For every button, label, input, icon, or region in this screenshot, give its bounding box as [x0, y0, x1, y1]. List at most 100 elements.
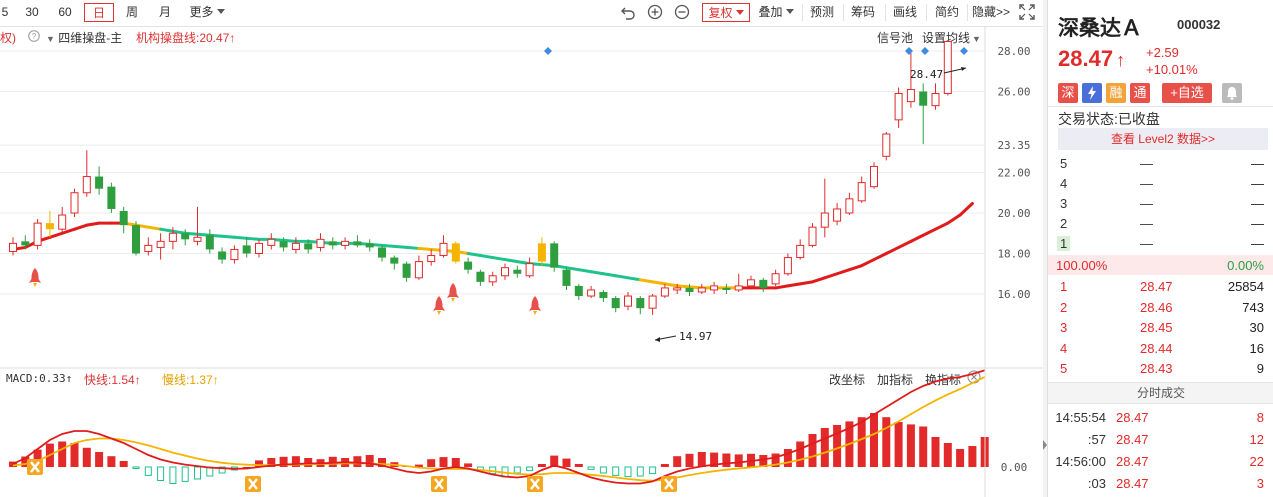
institution-line	[909, 233, 925, 243]
bid-row[interactable]: 4 28.44 16	[1048, 339, 1273, 359]
candle-body	[525, 263, 534, 277]
macd-bar	[451, 458, 460, 467]
candle	[205, 229, 214, 254]
institution-line	[835, 268, 851, 276]
candle-body	[132, 225, 140, 254]
low-price-label: 14.97	[679, 330, 712, 343]
fuquan-dropdown[interactable]: 复权	[702, 3, 750, 22]
macd-bar	[857, 417, 866, 467]
period-30[interactable]: 30	[22, 3, 42, 22]
candle	[230, 245, 239, 264]
candle-body	[771, 273, 780, 285]
candle	[537, 237, 546, 266]
rocket-icon	[529, 296, 541, 315]
bid-row[interactable]: 1 28.47 25854	[1048, 277, 1273, 297]
fullscreen-icon[interactable]	[1019, 4, 1035, 20]
macd-bar	[58, 441, 67, 467]
signal-diamond	[905, 47, 913, 55]
ask-row[interactable]: 4 — —	[1048, 174, 1273, 194]
candle	[697, 283, 706, 294]
candle-body	[205, 235, 214, 250]
ask-row[interactable]: 1 — —	[1048, 234, 1273, 254]
candle	[808, 223, 817, 248]
institution-line	[60, 227, 76, 235]
candle	[9, 237, 17, 256]
candle	[156, 233, 165, 260]
lightning-icon[interactable]	[1082, 83, 1102, 103]
macd-bar	[353, 456, 362, 467]
zoom-out-icon[interactable]	[674, 4, 690, 20]
tick-row: :57 28.47 12	[1048, 430, 1273, 450]
candle-body	[181, 233, 190, 240]
candle	[365, 239, 374, 252]
institution-line	[614, 274, 630, 280]
overlay-dropdown[interactable]: 叠加	[756, 3, 796, 22]
ask-row[interactable]: 2 — —	[1048, 214, 1273, 234]
macd-bar	[919, 426, 928, 467]
rocket-icon	[447, 283, 459, 302]
more-label: 更多	[189, 5, 214, 19]
candle	[870, 162, 878, 189]
divider	[1048, 106, 1273, 107]
level-price: 28.47	[1140, 279, 1173, 294]
chips-button[interactable]: 筹码	[849, 3, 877, 22]
bid-row[interactable]: 3 28.45 30	[1048, 318, 1273, 338]
period-60[interactable]: 60	[55, 3, 75, 22]
candle	[833, 202, 842, 226]
level-price: 28.46	[1140, 299, 1173, 315]
candle-body	[291, 242, 300, 250]
candle	[451, 241, 460, 264]
candle	[255, 239, 263, 258]
bid-row[interactable]: 5 28.43 9	[1048, 359, 1273, 379]
candle-body	[894, 93, 903, 121]
macd-bar	[365, 455, 374, 467]
candle-body	[550, 243, 559, 268]
institution-line	[503, 258, 519, 264]
connect-badge[interactable]: 通	[1130, 83, 1150, 103]
macd-bar	[894, 422, 903, 467]
hide-button[interactable]: 隐藏>>	[971, 3, 1011, 22]
candle	[722, 283, 731, 294]
forecast-button[interactable]: 预测	[808, 3, 836, 22]
candle	[550, 241, 559, 272]
tick-time: :57	[1087, 432, 1106, 447]
macd-bar	[599, 466, 607, 474]
ask-row[interactable]: 5 — —	[1048, 154, 1273, 174]
level-price: —	[1140, 236, 1153, 251]
bid-row[interactable]: 2 28.46 743	[1048, 298, 1273, 318]
rocket-flame	[451, 298, 455, 302]
bell-icon[interactable]	[1222, 83, 1242, 103]
institution-line	[638, 278, 655, 284]
macd-bar	[734, 454, 743, 467]
draw-line-button[interactable]: 画线	[891, 3, 919, 22]
tick-price: 28.47	[1116, 432, 1149, 447]
candle-body	[796, 244, 805, 259]
candle	[845, 192, 854, 216]
candle	[390, 255, 399, 270]
level2-link[interactable]: 查看 Level2 数据>>	[1058, 128, 1268, 150]
level-volume: 743	[1242, 299, 1264, 315]
divider	[885, 4, 886, 21]
margin-badge[interactable]: 融	[1106, 83, 1126, 103]
zoom-in-icon[interactable]	[647, 4, 663, 20]
level-volume: —	[1251, 236, 1264, 251]
institution-line	[675, 284, 691, 289]
level-label: 1	[1057, 236, 1071, 251]
institution-line	[798, 280, 814, 286]
x-signal-icon	[245, 476, 261, 492]
period-5[interactable]: 5	[0, 3, 10, 22]
simple-mode-button[interactable]: 简约	[932, 3, 962, 22]
candle-body	[341, 240, 350, 246]
kline-chart[interactable]: 28.47 14.97 28.00 26.00 23.35 22.00 20.00 18.0…	[0, 26, 1043, 497]
more-dropdown[interactable]: 更多	[186, 3, 228, 22]
undo-icon[interactable]	[620, 4, 636, 20]
period-day[interactable]: 日	[84, 3, 114, 22]
period-week[interactable]: 周	[122, 3, 142, 22]
ask-row[interactable]: 3 — —	[1048, 194, 1273, 214]
period-month[interactable]: 月	[155, 3, 175, 22]
macd-bar	[697, 452, 706, 467]
shenzhen-badge[interactable]: 深	[1058, 83, 1078, 103]
level-label: 5	[1060, 156, 1068, 171]
signal-diamond	[960, 47, 968, 55]
add-watchlist-button[interactable]: +自选	[1162, 83, 1212, 103]
